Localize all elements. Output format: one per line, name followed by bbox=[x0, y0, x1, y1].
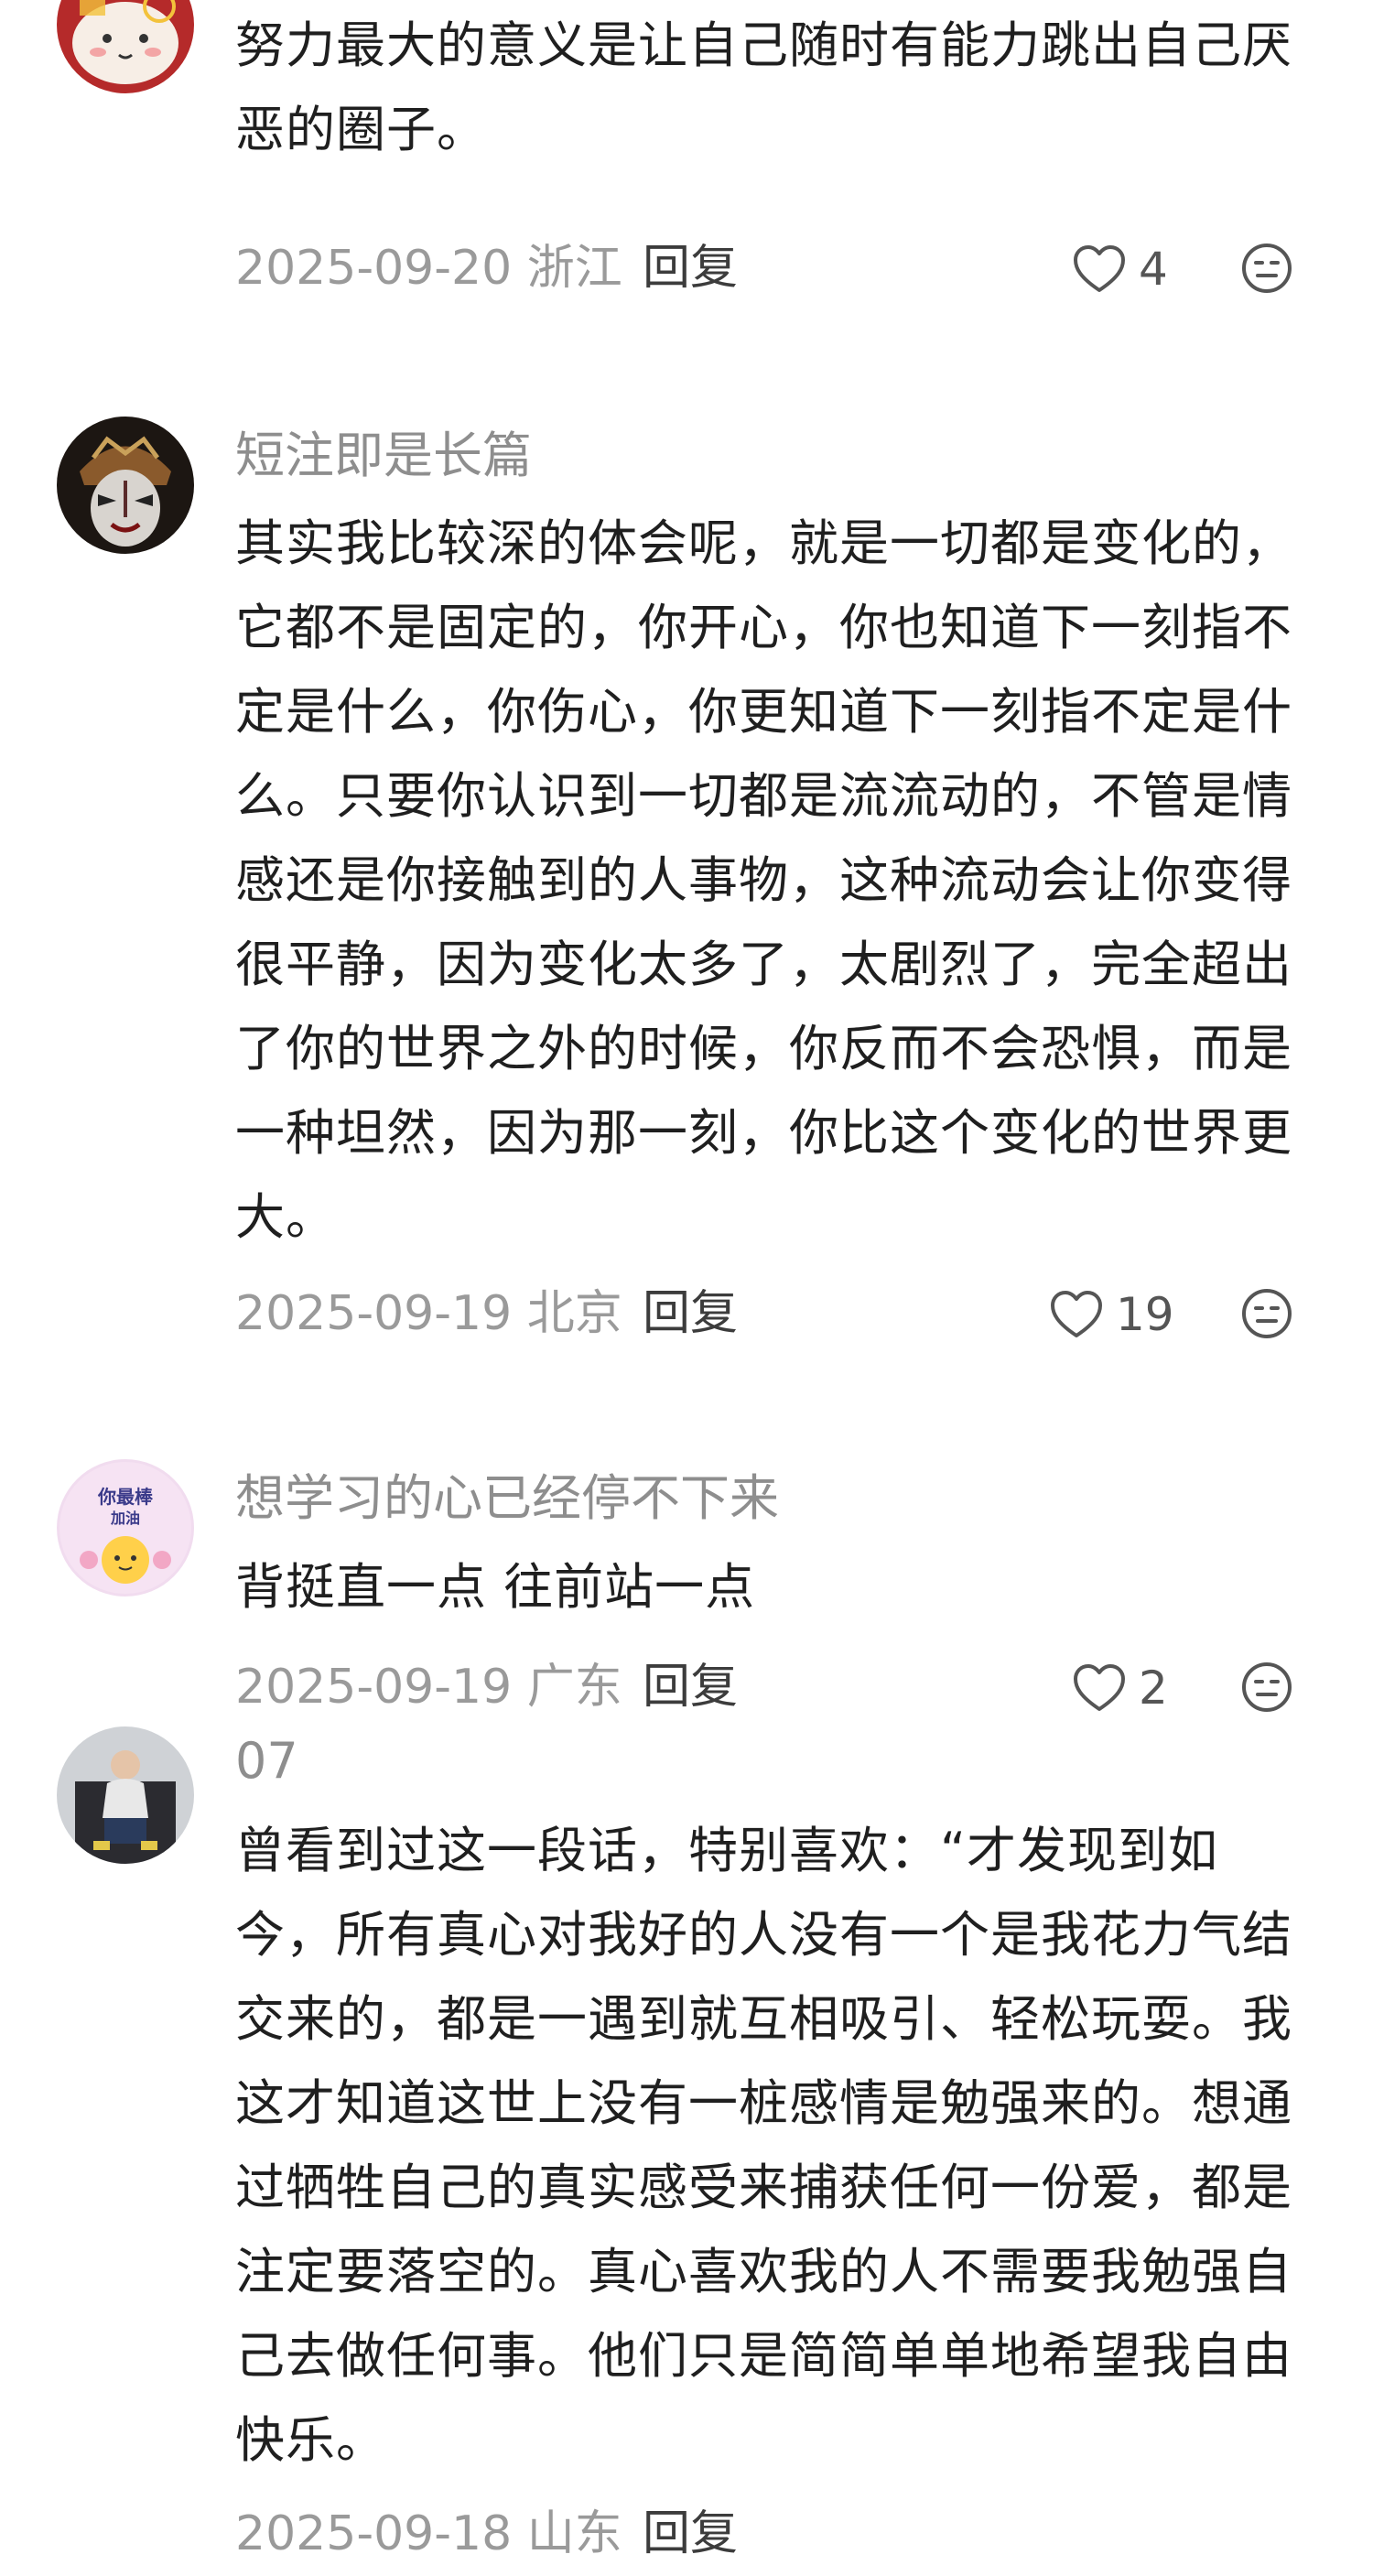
comment-text: 曾看到过这一段话，特别喜欢：“才发现到如今，所有真心对我好的人没有一个是我花力气… bbox=[235, 1822, 1292, 2469]
avatar[interactable] bbox=[57, 0, 194, 93]
reply-button[interactable]: 回复 bbox=[643, 2502, 738, 2566]
like-button[interactable]: 4 bbox=[1073, 244, 1168, 295]
comment-meta: 2025-09-20 浙江 回复 4 bbox=[235, 236, 1334, 300]
date-location: 2025-09-19 广东 bbox=[235, 1660, 622, 1715]
comment-text: 其实我比较深的体会呢，就是一切都是变化的，它都不是固定的，你开心，你也知道下一刻… bbox=[235, 514, 1292, 1246]
reply-button[interactable]: 回复 bbox=[643, 1655, 738, 1719]
face-emoji-icon[interactable] bbox=[1240, 242, 1293, 295]
comment-meta: 2025-09-19 广东 回复 2 bbox=[235, 1655, 1334, 1719]
like-button[interactable]: 2 bbox=[1073, 1662, 1168, 1714]
face-emoji-icon[interactable] bbox=[1240, 1287, 1293, 1340]
heart-outline-icon bbox=[1074, 245, 1125, 292]
date-location: 2025-09-20 浙江 bbox=[235, 241, 622, 296]
comment-meta: 2025-09-18 山东 回复 bbox=[235, 2502, 1334, 2566]
avatar-text: 你最棒 bbox=[97, 1486, 154, 1508]
heart-outline-icon bbox=[1051, 1291, 1102, 1337]
reply-button[interactable]: 回复 bbox=[643, 1282, 738, 1346]
svg-text:加油: 加油 bbox=[110, 1510, 140, 1527]
date-location: 2025-09-18 山东 bbox=[235, 2506, 622, 2561]
avatar[interactable]: 你最棒 加油 bbox=[57, 1459, 194, 1596]
avatar[interactable] bbox=[57, 1726, 194, 1864]
heart-outline-icon bbox=[1074, 1664, 1125, 1711]
comment-text: 努力最大的意义是让自己随时有能力跳出自己厌恶的圈子。 bbox=[235, 16, 1292, 158]
comment-text: 背挺直一点 往前站一点 bbox=[235, 1558, 756, 1616]
comment-feed: 努力最大的意义是让自己随时有能力跳出自己厌恶的圈子。 2025-09-20 浙江… bbox=[0, 0, 1373, 2576]
username[interactable]: 短注即是长篇 bbox=[235, 425, 532, 487]
reply-button[interactable]: 回复 bbox=[643, 236, 738, 300]
username[interactable]: 07 bbox=[235, 1730, 298, 1792]
username[interactable]: 想学习的心已经停不下来 bbox=[235, 1467, 779, 1530]
like-count: 19 bbox=[1116, 1288, 1174, 1341]
like-button[interactable]: 19 bbox=[1050, 1289, 1174, 1340]
like-count: 4 bbox=[1139, 243, 1168, 296]
date-location: 2025-09-19 北京 bbox=[235, 1286, 622, 1341]
face-emoji-icon[interactable] bbox=[1240, 1661, 1293, 1714]
avatar[interactable] bbox=[57, 417, 194, 554]
comment-meta: 2025-09-19 北京 回复 19 bbox=[235, 1282, 1334, 1346]
like-count: 2 bbox=[1139, 1661, 1168, 1715]
